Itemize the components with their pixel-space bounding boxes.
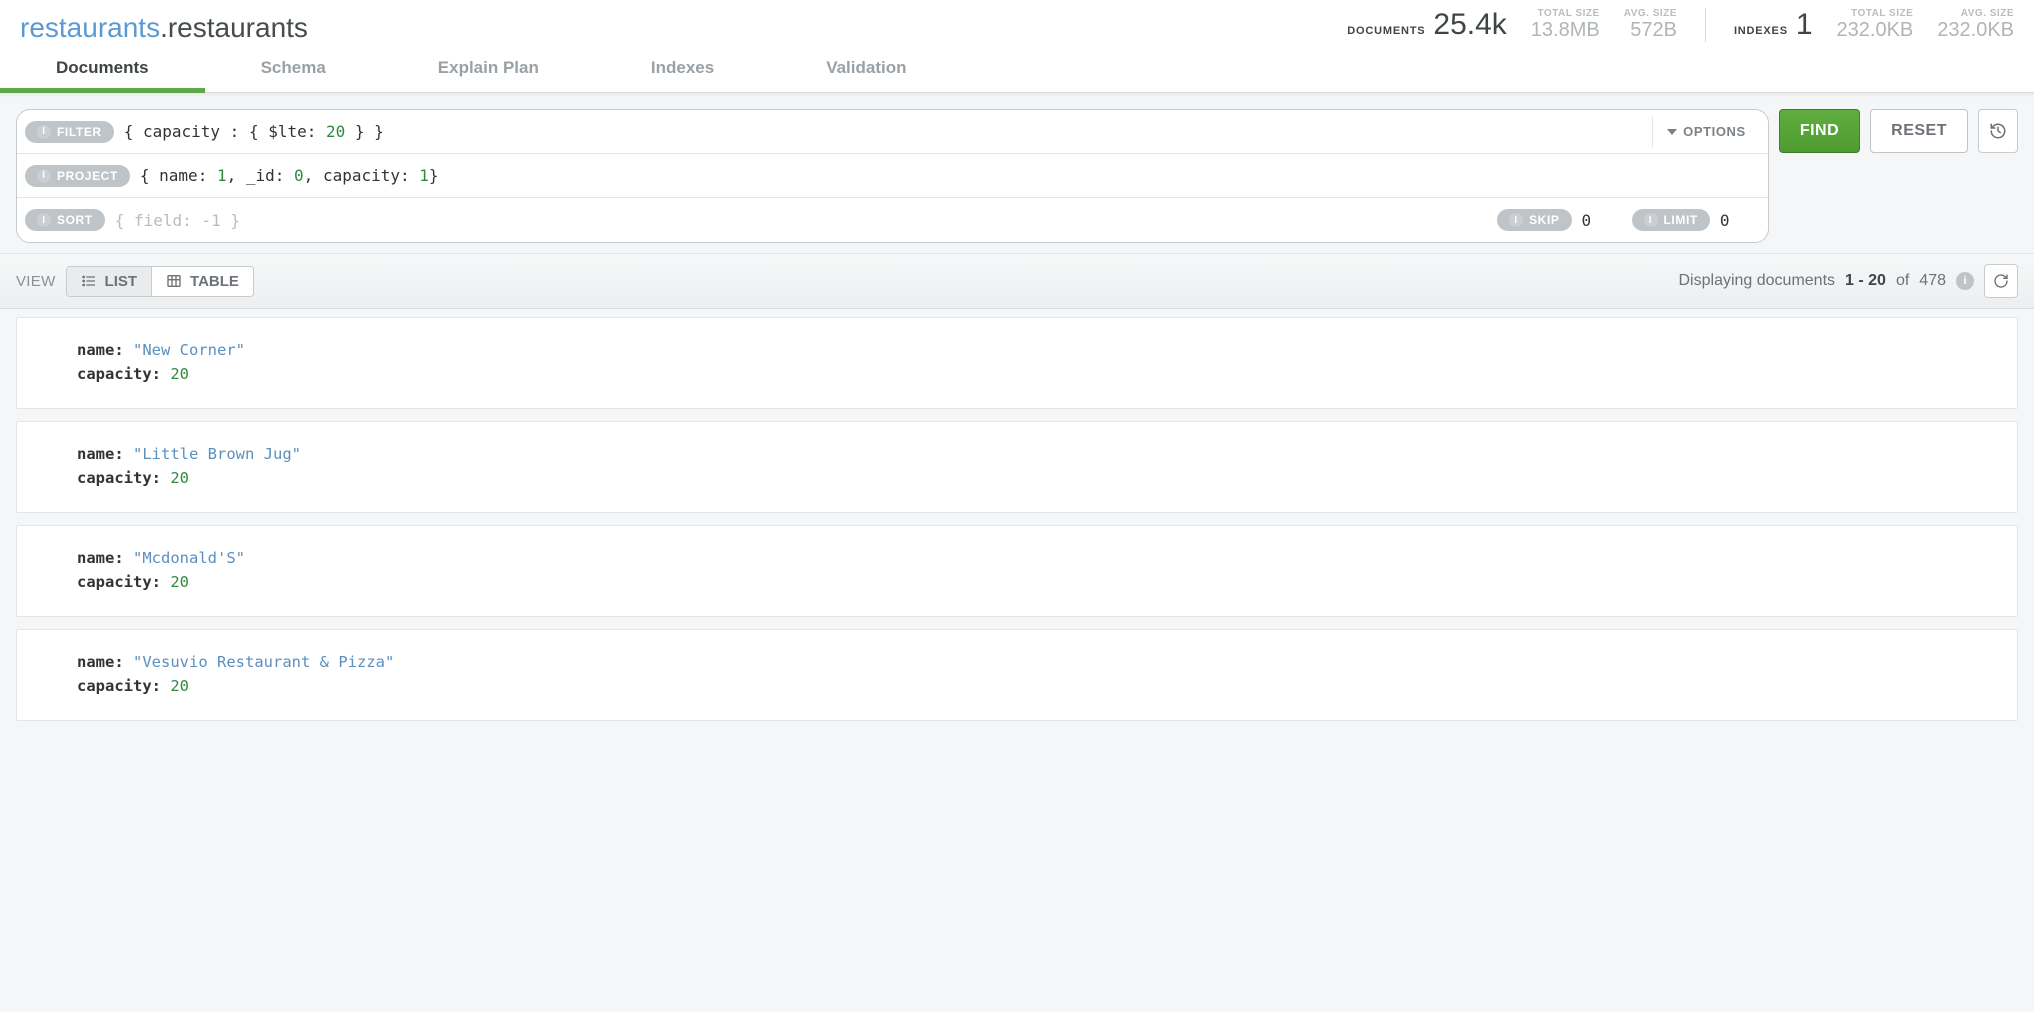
stat-idx-avg-size: AVG. SIZE 232.0KB [1937,8,2014,42]
skip-pill: i SKIP [1497,209,1571,231]
project-row: i PROJECT { name: 1, _id: 0, capacity: 1… [17,154,1768,198]
skip-field: i SKIP 0 [1497,209,1621,231]
sort-pill: i SORT [25,209,105,231]
database-name: restaurants [20,12,160,43]
project-input[interactable]: { name: 1, _id: 0, capacity: 1} [140,166,1760,185]
collection-header: restaurants.restaurants DOCUMENTS 25.4k … [0,0,2034,44]
stat-doc-total-size: TOTAL SIZE 13.8MB [1531,8,1600,42]
documents-toolbar: VIEW LIST TABLE Displaying documents 1 -… [0,254,2034,309]
reset-button[interactable]: RESET [1870,109,1968,153]
info-icon: i [1509,213,1523,227]
filter-row: i FILTER { capacity : { $lte: 20 } } OPT… [17,110,1768,154]
stat-indexes: INDEXES 1 [1734,8,1813,42]
tab-schema[interactable]: Schema [205,44,382,92]
tab-explain-plan[interactable]: Explain Plan [382,44,595,92]
refresh-button[interactable] [1984,264,2018,298]
info-icon[interactable]: i [1956,272,1974,290]
sort-input[interactable]: { field: -1 } [115,211,1487,230]
project-pill: i PROJECT [25,165,130,187]
stat-idx-total-size: TOTAL SIZE 232.0KB [1837,8,1914,42]
document-card[interactable]: name: "Mcdonald'S" capacity: 20 [16,525,2018,617]
find-button[interactable]: FIND [1779,109,1860,153]
collection-stats: DOCUMENTS 25.4k TOTAL SIZE 13.8MB AVG. S… [1347,8,2014,42]
collection-name: restaurants [168,12,308,43]
tab-indexes[interactable]: Indexes [595,44,770,92]
pagination-status: Displaying documents 1 - 20 of 478 i [1679,264,2019,298]
info-icon: i [37,213,51,227]
limit-field: i LIMIT 0 [1632,209,1760,231]
namespace-title: restaurants.restaurants [20,8,308,44]
limit-input[interactable]: 0 [1720,211,1760,230]
history-icon [1989,122,2007,140]
options-toggle[interactable]: OPTIONS [1652,116,1760,147]
document-card[interactable]: name: "Vesuvio Restaurant & Pizza" capac… [16,629,2018,721]
query-rows: i FILTER { capacity : { $lte: 20 } } OPT… [16,109,1769,243]
view-table-button[interactable]: TABLE [151,267,253,296]
document-card[interactable]: name: "Little Brown Jug" capacity: 20 [16,421,2018,513]
documents-list: name: "New Corner" capacity: 20 name: "L… [0,309,2034,753]
view-mode-segment: LIST TABLE [66,266,254,297]
stat-doc-avg-size: AVG. SIZE 572B [1624,8,1677,42]
table-icon [166,273,182,289]
info-icon: i [37,169,51,183]
filter-pill: i FILTER [25,121,114,143]
tab-documents[interactable]: Documents [0,44,205,92]
tab-validation[interactable]: Validation [770,44,962,92]
query-bar: i FILTER { capacity : { $lte: 20 } } OPT… [0,97,2034,254]
limit-pill: i LIMIT [1632,209,1710,231]
list-icon [81,273,97,289]
stat-documents: DOCUMENTS 25.4k [1347,8,1506,42]
view-label: VIEW [16,273,56,290]
view-list-button[interactable]: LIST [67,267,152,296]
info-icon: i [37,125,51,139]
refresh-icon [1993,273,2009,289]
skip-input[interactable]: 0 [1582,211,1622,230]
document-card[interactable]: name: "New Corner" capacity: 20 [16,317,2018,409]
chevron-down-icon [1667,129,1677,135]
sort-row: i SORT { field: -1 } i SKIP 0 i LIMIT 0 [17,198,1768,242]
query-history-button[interactable] [1978,109,2018,153]
collection-tabs: Documents Schema Explain Plan Indexes Va… [0,44,2034,93]
filter-input[interactable]: { capacity : { $lte: 20 } } [124,122,1642,141]
info-icon: i [1644,213,1658,227]
